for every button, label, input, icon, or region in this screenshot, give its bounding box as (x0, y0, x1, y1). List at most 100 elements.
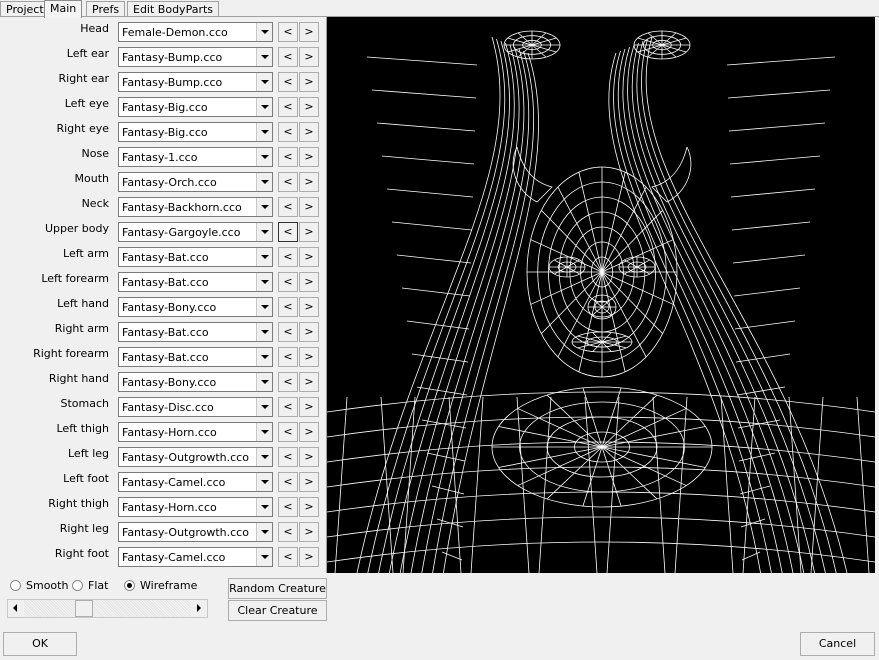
next-part-button[interactable]: > (299, 497, 319, 517)
slider-track[interactable] (24, 600, 191, 617)
prev-part-button[interactable]: < (278, 347, 298, 367)
next-part-button[interactable]: > (299, 147, 319, 167)
next-part-button[interactable]: > (299, 97, 319, 117)
slider-right-arrow-icon[interactable] (191, 600, 207, 617)
next-part-button[interactable]: > (299, 322, 319, 342)
prev-part-button[interactable]: < (278, 97, 298, 117)
prev-part-button[interactable]: < (278, 147, 298, 167)
part-select-right-arm[interactable]: Fantasy-Bat.cco (118, 322, 273, 342)
chevron-down-icon[interactable] (256, 198, 272, 216)
prev-part-button[interactable]: < (278, 322, 298, 342)
chevron-down-icon[interactable] (256, 173, 272, 191)
prev-part-button[interactable]: < (278, 397, 298, 417)
part-select-upper-body[interactable]: Fantasy-Gargoyle.cco (118, 222, 273, 242)
slider-thumb[interactable] (75, 600, 93, 617)
part-select-mouth[interactable]: Fantasy-Orch.cco (118, 172, 273, 192)
zoom-slider[interactable] (7, 599, 208, 618)
next-part-button[interactable]: > (299, 272, 319, 292)
part-select-nose[interactable]: Fantasy-1.cco (118, 147, 273, 167)
part-select-right-forearm[interactable]: Fantasy-Bat.cco (118, 347, 273, 367)
slider-left-arrow-icon[interactable] (8, 600, 24, 617)
next-part-button[interactable]: > (299, 347, 319, 367)
next-part-button[interactable]: > (299, 72, 319, 92)
chevron-down-icon[interactable] (256, 398, 272, 416)
radio-wireframe[interactable]: Wireframe (124, 579, 197, 593)
prev-part-button[interactable]: < (278, 272, 298, 292)
part-select-left-leg[interactable]: Fantasy-Outgrowth.cco (118, 447, 273, 467)
prev-part-button[interactable]: < (278, 447, 298, 467)
part-select-left-thigh[interactable]: Fantasy-Horn.cco (118, 422, 273, 442)
next-part-button[interactable]: > (299, 222, 319, 242)
part-select-right-leg[interactable]: Fantasy-Outgrowth.cco (118, 522, 273, 542)
prev-part-button[interactable]: < (278, 47, 298, 67)
tab-edit-bodyparts[interactable]: Edit BodyParts (127, 1, 220, 17)
part-select-stomach[interactable]: Fantasy-Disc.cco (118, 397, 273, 417)
prev-part-button[interactable]: < (278, 172, 298, 192)
ok-button[interactable]: OK (3, 632, 77, 656)
chevron-down-icon[interactable] (256, 523, 272, 541)
prev-part-button[interactable]: < (278, 522, 298, 542)
chevron-down-icon[interactable] (256, 148, 272, 166)
next-part-button[interactable]: > (299, 247, 319, 267)
chevron-down-icon[interactable] (256, 298, 272, 316)
prev-part-button[interactable]: < (278, 247, 298, 267)
part-select-left-forearm[interactable]: Fantasy-Bat.cco (118, 272, 273, 292)
chevron-down-icon[interactable] (256, 448, 272, 466)
part-select-neck[interactable]: Fantasy-Backhorn.cco (118, 197, 273, 217)
tab-prefs[interactable]: Prefs (86, 1, 126, 17)
random-creature-button[interactable]: Random Creature (228, 578, 327, 599)
part-select-left-foot[interactable]: Fantasy-Camel.cco (118, 472, 273, 492)
tab-project[interactable]: Project (0, 1, 50, 17)
chevron-down-icon[interactable] (256, 323, 272, 341)
model-viewport[interactable] (326, 17, 875, 573)
next-part-button[interactable]: > (299, 172, 319, 192)
chevron-down-icon[interactable] (256, 23, 272, 41)
next-part-button[interactable]: > (299, 472, 319, 492)
chevron-down-icon[interactable] (256, 548, 272, 566)
cancel-button[interactable]: Cancel (800, 632, 875, 656)
next-part-button[interactable]: > (299, 297, 319, 317)
chevron-down-icon[interactable] (256, 498, 272, 516)
prev-part-button[interactable]: < (278, 372, 298, 392)
prev-part-button[interactable]: < (278, 497, 298, 517)
part-select-head[interactable]: Female-Demon.cco (118, 22, 273, 42)
part-select-right-ear[interactable]: Fantasy-Bump.cco (118, 72, 273, 92)
chevron-down-icon[interactable] (256, 248, 272, 266)
next-part-button[interactable]: > (299, 22, 319, 42)
chevron-down-icon[interactable] (256, 473, 272, 491)
chevron-down-icon[interactable] (256, 48, 272, 66)
prev-part-button[interactable]: < (278, 122, 298, 142)
chevron-down-icon[interactable] (256, 348, 272, 366)
part-select-right-thigh[interactable]: Fantasy-Horn.cco (118, 497, 273, 517)
prev-part-button[interactable]: < (278, 22, 298, 42)
radio-smooth[interactable]: Smooth (10, 579, 68, 593)
chevron-down-icon[interactable] (256, 73, 272, 91)
part-select-right-hand[interactable]: Fantasy-Bony.cco (118, 372, 273, 392)
clear-creature-button[interactable]: Clear Creature (228, 600, 327, 621)
part-select-left-ear[interactable]: Fantasy-Bump.cco (118, 47, 273, 67)
next-part-button[interactable]: > (299, 422, 319, 442)
next-part-button[interactable]: > (299, 47, 319, 67)
part-select-left-arm[interactable]: Fantasy-Bat.cco (118, 247, 273, 267)
next-part-button[interactable]: > (299, 397, 319, 417)
prev-part-button[interactable]: < (278, 547, 298, 567)
next-part-button[interactable]: > (299, 197, 319, 217)
radio-flat[interactable]: Flat (72, 579, 108, 593)
prev-part-button[interactable]: < (278, 472, 298, 492)
next-part-button[interactable]: > (299, 372, 319, 392)
chevron-down-icon[interactable] (256, 223, 272, 241)
part-select-left-hand[interactable]: Fantasy-Bony.cco (118, 297, 273, 317)
tab-main[interactable]: Main (44, 0, 83, 18)
next-part-button[interactable]: > (299, 522, 319, 542)
chevron-down-icon[interactable] (256, 98, 272, 116)
prev-part-button[interactable]: < (278, 197, 298, 217)
chevron-down-icon[interactable] (256, 123, 272, 141)
prev-part-button[interactable]: < (278, 422, 298, 442)
chevron-down-icon[interactable] (256, 273, 272, 291)
part-select-left-eye[interactable]: Fantasy-Big.cco (118, 97, 273, 117)
chevron-down-icon[interactable] (256, 373, 272, 391)
prev-part-button[interactable]: < (278, 72, 298, 92)
next-part-button[interactable]: > (299, 122, 319, 142)
part-select-right-foot[interactable]: Fantasy-Camel.cco (118, 547, 273, 567)
part-select-right-eye[interactable]: Fantasy-Big.cco (118, 122, 273, 142)
